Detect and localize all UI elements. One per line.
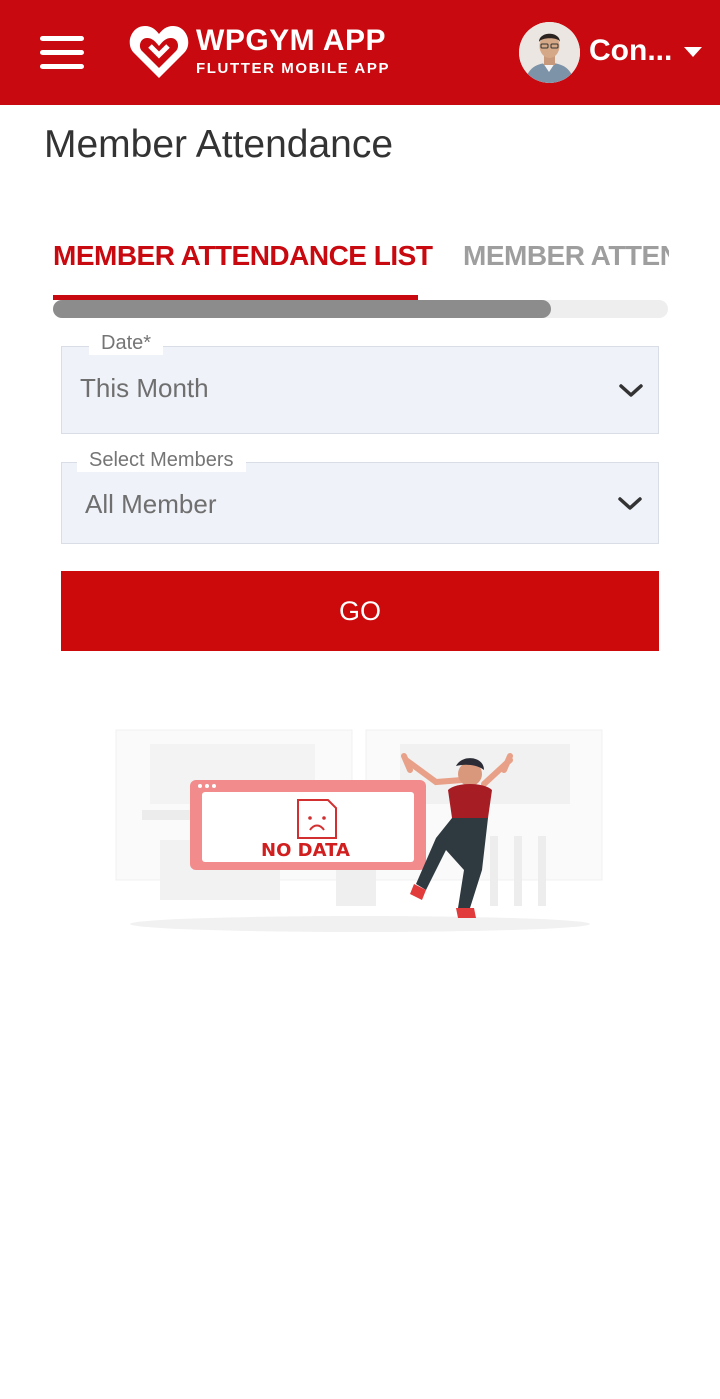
go-button[interactable]: GO	[61, 571, 659, 651]
caret-down-icon[interactable]	[684, 47, 702, 57]
no-data-text: NO DATA	[261, 840, 350, 861]
hamburger-menu-icon[interactable]	[36, 34, 88, 72]
avatar[interactable]	[519, 22, 580, 83]
member-value: All Member	[85, 489, 217, 519]
chevron-down-icon[interactable]	[618, 383, 644, 399]
date-value: This Month	[80, 373, 209, 403]
user-name[interactable]: Con...	[589, 34, 672, 68]
member-label: Select Members	[77, 449, 246, 472]
brand-title: WPGYM APP	[196, 24, 387, 57]
brand-subtitle: FLUTTER MOBILE APP	[196, 60, 391, 77]
heart-logo-icon	[129, 26, 189, 78]
no-data-illustration: NO DATA	[115, 729, 603, 932]
chevron-down-icon[interactable]	[617, 496, 643, 512]
tab-member-attendance-list[interactable]: MEMBER ATTENDANCE LIST	[53, 240, 433, 272]
page-title: Member Attendance	[44, 123, 394, 166]
tab-scrollbar-thumb[interactable]	[53, 300, 551, 318]
date-label: Date*	[89, 332, 164, 355]
tab-member-attendance[interactable]: MEMBER ATTEN	[463, 240, 669, 272]
